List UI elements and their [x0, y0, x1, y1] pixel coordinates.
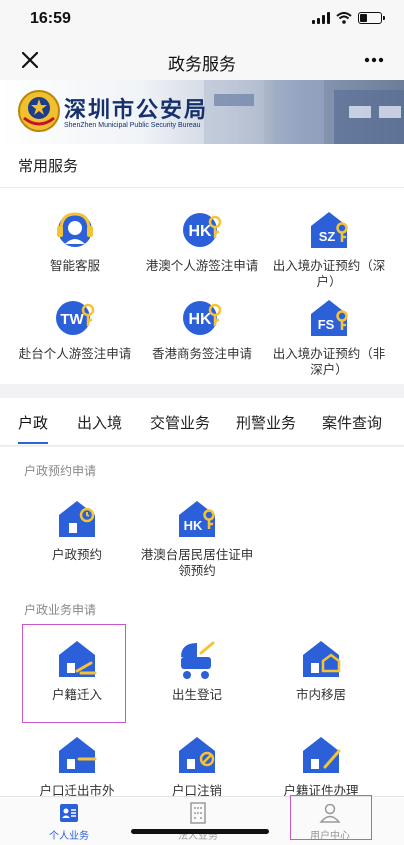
- business-subheader: 户政业务申请: [24, 603, 97, 617]
- tab-exit-entry[interactable]: 出入境: [77, 412, 122, 433]
- baby-stroller-icon: [181, 641, 215, 679]
- service-label: 出入境办证预约（深户）: [272, 259, 386, 289]
- hk-badge-icon: HK: [183, 213, 222, 247]
- battery-icon: [358, 12, 385, 24]
- hk-badge-icon: HK: [183, 301, 222, 335]
- service-smart-customer-service[interactable]: 智能客服: [10, 208, 140, 274]
- status-bar: 16:59: [0, 0, 404, 40]
- svg-text:SZ: SZ: [319, 229, 336, 244]
- service-huzheng-booking[interactable]: 户政预约: [12, 497, 142, 563]
- more-icon[interactable]: [362, 48, 386, 72]
- service-label: 出入境办证预约（非深户）: [272, 347, 386, 377]
- svg-text:TW: TW: [60, 311, 84, 328]
- common-services-header: 常用服务: [0, 144, 404, 188]
- signal-icon: [312, 12, 330, 24]
- service-label: 赴台个人游签注申请: [18, 347, 132, 361]
- house-certificate-icon: [303, 737, 341, 773]
- huzheng-section: 户政预约申请 户政预约 HK 港澳台居民居住证申领预约 户政业务申请 户籍迁入: [0, 447, 404, 796]
- tab-traffic[interactable]: 交管业务: [150, 412, 210, 433]
- service-taiwan-personal-visa[interactable]: TW 赴台个人游签注申请: [10, 296, 140, 362]
- tab-huzheng[interactable]: 户政: [18, 412, 48, 433]
- service-exit-entry-booking-local[interactable]: SZ 出入境办证预约（深户）: [264, 208, 394, 290]
- close-icon[interactable]: [18, 48, 42, 72]
- szr-house-icon: SZ: [311, 212, 348, 248]
- svg-text:FS: FS: [318, 317, 335, 332]
- service-label: 户政预约: [51, 548, 102, 562]
- corporate-building-icon: [190, 802, 206, 824]
- nav-bar: 政务服务: [0, 40, 404, 80]
- police-emblem-icon: [18, 90, 60, 132]
- service-label: 智能客服: [49, 259, 100, 273]
- house-clock-icon: [59, 501, 95, 537]
- status-time: 16:59: [30, 10, 71, 27]
- service-residence-permit-booking[interactable]: HK 港澳台居民居住证申领预约: [132, 497, 262, 579]
- page-title: 政务服务: [168, 55, 236, 74]
- header-banner: 深圳市公安局 ShenZhen Municipal Public Securit…: [0, 80, 404, 144]
- tab-case-query[interactable]: 案件查询: [322, 412, 382, 433]
- service-household-certificate[interactable]: 户籍证件办理: [256, 733, 386, 796]
- fsr-house-icon: FS: [311, 300, 348, 336]
- house-move-out-icon: [59, 737, 97, 773]
- selection-highlight-user-center: [290, 795, 372, 840]
- tw-badge-icon: TW: [56, 301, 95, 335]
- service-label: 户口注销: [171, 784, 222, 796]
- hk-house-icon: HK: [179, 501, 215, 537]
- house-cancel-icon: [179, 737, 215, 773]
- tabbar-personal-business[interactable]: 个人业务: [29, 801, 109, 842]
- tab-criminal[interactable]: 刑警业务: [236, 412, 296, 433]
- status-icons: [312, 12, 385, 24]
- house-relocate-icon: [303, 641, 341, 677]
- booking-subheader: 户政预约申请: [24, 464, 97, 478]
- service-hk-macao-personal-visa[interactable]: HK 港澳个人游签注申请: [137, 208, 267, 274]
- service-label: 港澳台居民居住证申领预约: [140, 548, 254, 578]
- service-label: 户口迁出市外: [39, 784, 115, 796]
- service-label: 出生登记: [171, 688, 222, 702]
- service-hk-business-visa[interactable]: HK 香港商务签注申请: [137, 296, 267, 362]
- wifi-icon: [336, 12, 352, 24]
- banner-title: 深圳市公安局: [64, 97, 209, 122]
- banner-decoration: [204, 80, 404, 144]
- banner-subtitle: ShenZhen Municipal Public Security Burea…: [64, 122, 201, 129]
- customer-service-icon: [57, 212, 93, 247]
- tabbar-corporate-business[interactable]: 法人业务: [158, 801, 238, 842]
- personal-business-icon: [60, 804, 78, 822]
- service-move-out-of-city[interactable]: 户口迁出市外: [12, 733, 142, 796]
- service-exit-entry-booking-nonlocal[interactable]: FS 出入境办证预约（非深户）: [264, 296, 394, 378]
- active-tab-indicator: [18, 442, 48, 444]
- service-label: 香港商务签注申请: [151, 347, 252, 361]
- tabbar-label: 个人业务: [49, 831, 89, 842]
- svg-text:HK: HK: [188, 311, 212, 328]
- service-household-cancellation[interactable]: 户口注销: [132, 733, 262, 796]
- common-services-section: 常用服务 智能客服 HK 港澳个人游签注申请 SZ 出入境办证预约（深户） TW…: [0, 144, 404, 384]
- category-tabs: 户政 出入境 交管业务 刑警业务 案件查询: [0, 398, 404, 446]
- service-label: 港澳个人游签注申请: [145, 259, 259, 273]
- service-label: 市内移居: [295, 688, 346, 702]
- svg-text:HK: HK: [184, 518, 203, 533]
- service-birth-registration[interactable]: 出生登记: [132, 637, 262, 703]
- svg-text:HK: HK: [188, 223, 212, 240]
- home-indicator: [131, 829, 269, 834]
- selection-highlight: [22, 624, 126, 723]
- service-intra-city-relocation[interactable]: 市内移居: [256, 637, 386, 703]
